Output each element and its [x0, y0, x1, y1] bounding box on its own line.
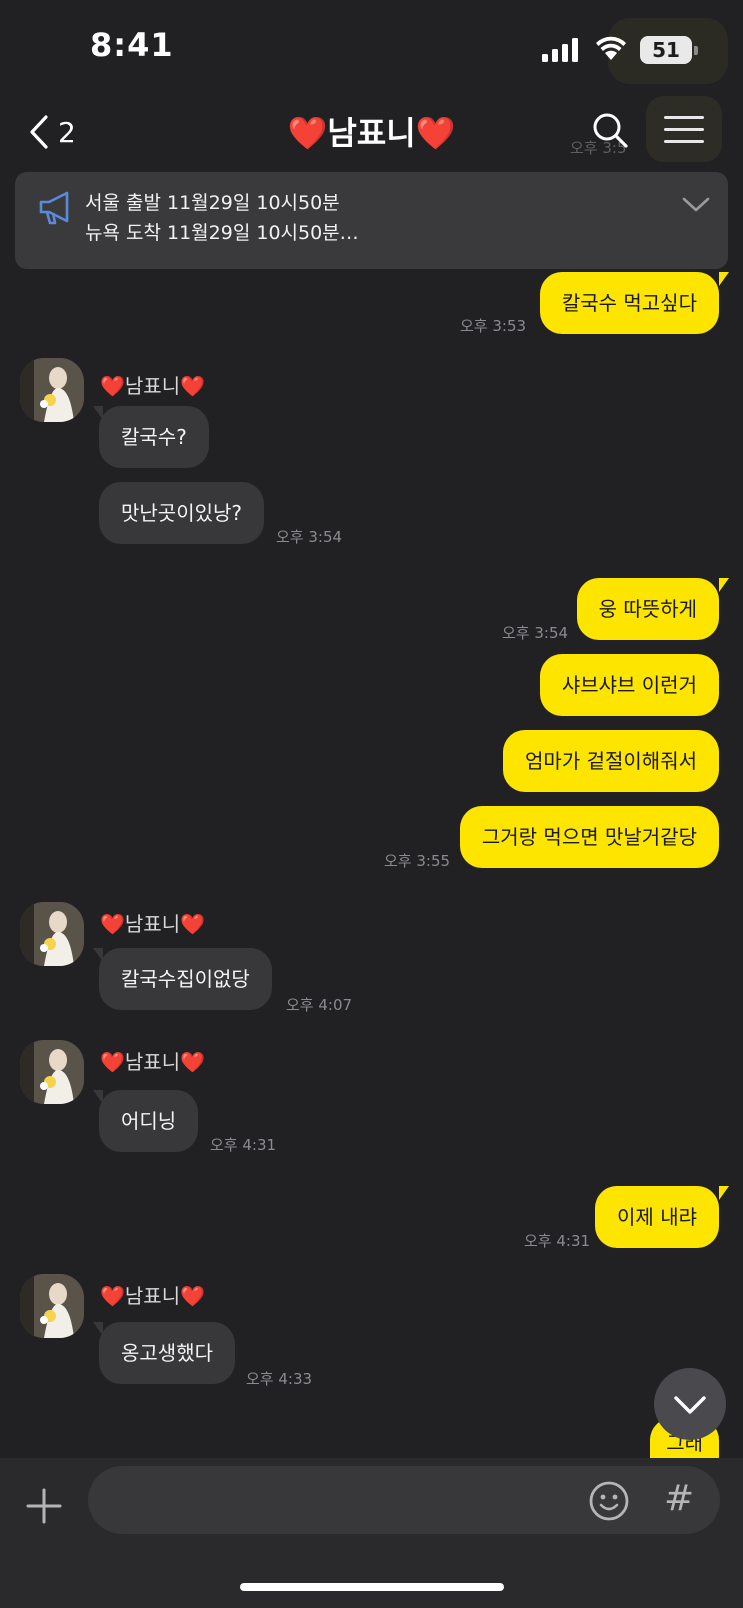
- message-time: 오후 3:55: [384, 852, 451, 870]
- my-message-bubble[interactable]: 이제 내랴: [595, 1186, 719, 1248]
- signal-icon: [542, 38, 578, 62]
- menu-icon-line: [664, 140, 704, 143]
- avatar[interactable]: [20, 1040, 84, 1104]
- battery-tip: [694, 46, 698, 55]
- message-time: 오후 4:31: [524, 1232, 591, 1250]
- bubble-tail: [719, 578, 729, 592]
- my-message-bubble[interactable]: 샤브샤브 이런거: [539, 654, 719, 716]
- hash-icon[interactable]: #: [664, 1478, 694, 1519]
- bubble-tail: [93, 1322, 103, 1336]
- scroll-down-button[interactable]: [654, 1368, 726, 1440]
- message-time: 오후 4:31: [210, 1136, 277, 1154]
- message-time: 오후 3:53: [460, 317, 527, 335]
- bubble-tail: [93, 1090, 103, 1104]
- home-indicator: [240, 1583, 504, 1591]
- my-message-bubble[interactable]: 그거랑 먹으면 맛날거같당: [459, 806, 719, 868]
- avatar-image: [20, 1040, 84, 1104]
- wifi-icon: [596, 36, 626, 60]
- menu-icon: [664, 116, 704, 119]
- emoji-icon[interactable]: [588, 1480, 630, 1522]
- my-message-bubble[interactable]: 웅 따뜻하게: [576, 578, 719, 640]
- plus-icon[interactable]: [24, 1486, 64, 1526]
- notice-line-2: 뉴욕 도착 11월29일 10시50분…: [85, 222, 359, 244]
- my-message-bubble[interactable]: 엄마가 겉절이해줘서: [503, 730, 719, 792]
- back-chevron-icon: [30, 115, 48, 149]
- chat-title: ❤️남표니❤️: [287, 114, 456, 152]
- back-button[interactable]: 2: [28, 110, 88, 154]
- message-time: 오후 4:33: [246, 1370, 313, 1388]
- avatar-image: [20, 1274, 84, 1338]
- other-message-bubble[interactable]: 어디닝: [99, 1090, 199, 1152]
- avatar-image: [20, 358, 84, 422]
- message-time: 오후 4:07: [286, 996, 353, 1014]
- avatar[interactable]: [20, 358, 84, 422]
- search-icon[interactable]: [590, 110, 630, 150]
- other-message-bubble[interactable]: 칼국수?: [99, 406, 209, 468]
- unread-count: 2: [58, 115, 76, 149]
- sender-name: ❤️남표니❤️: [100, 912, 206, 936]
- sender-name: ❤️남표니❤️: [100, 374, 206, 398]
- notice-banner[interactable]: 서울 출발 11월29일 10시50분 뉴욕 도착 11월29일 10시50분…: [15, 172, 728, 269]
- sender-name: ❤️남표니❤️: [100, 1284, 206, 1308]
- bubble-tail: [719, 272, 729, 286]
- other-message-bubble[interactable]: 맛난곳이있낭?: [99, 482, 265, 544]
- bubble-tail: [93, 948, 103, 962]
- avatar[interactable]: [20, 1274, 84, 1338]
- menu-icon-line: [664, 128, 704, 131]
- menu-button[interactable]: [646, 96, 722, 162]
- status-time: 8:41: [90, 26, 174, 64]
- avatar[interactable]: [20, 902, 84, 966]
- bubble-tail: [719, 1186, 729, 1200]
- avatar-image: [20, 902, 84, 966]
- bubble-tail: [93, 406, 103, 420]
- other-message-bubble[interactable]: 옹고생했다: [99, 1322, 235, 1384]
- message-time: 오후 3:54: [276, 528, 343, 546]
- battery-indicator: 51: [640, 36, 692, 64]
- message-time: 오후 3:54: [502, 624, 569, 642]
- sender-name: ❤️남표니❤️: [100, 1050, 206, 1074]
- notice-line-1: 서울 출발 11월29일 10시50분: [85, 192, 340, 214]
- my-message-bubble[interactable]: 칼국수 먹고싶다: [539, 272, 719, 334]
- chevron-down-icon: [674, 1396, 706, 1414]
- megaphone-icon: [39, 191, 69, 225]
- chevron-down-icon[interactable]: [681, 194, 711, 216]
- other-message-bubble[interactable]: 칼국수집이없당: [99, 948, 272, 1010]
